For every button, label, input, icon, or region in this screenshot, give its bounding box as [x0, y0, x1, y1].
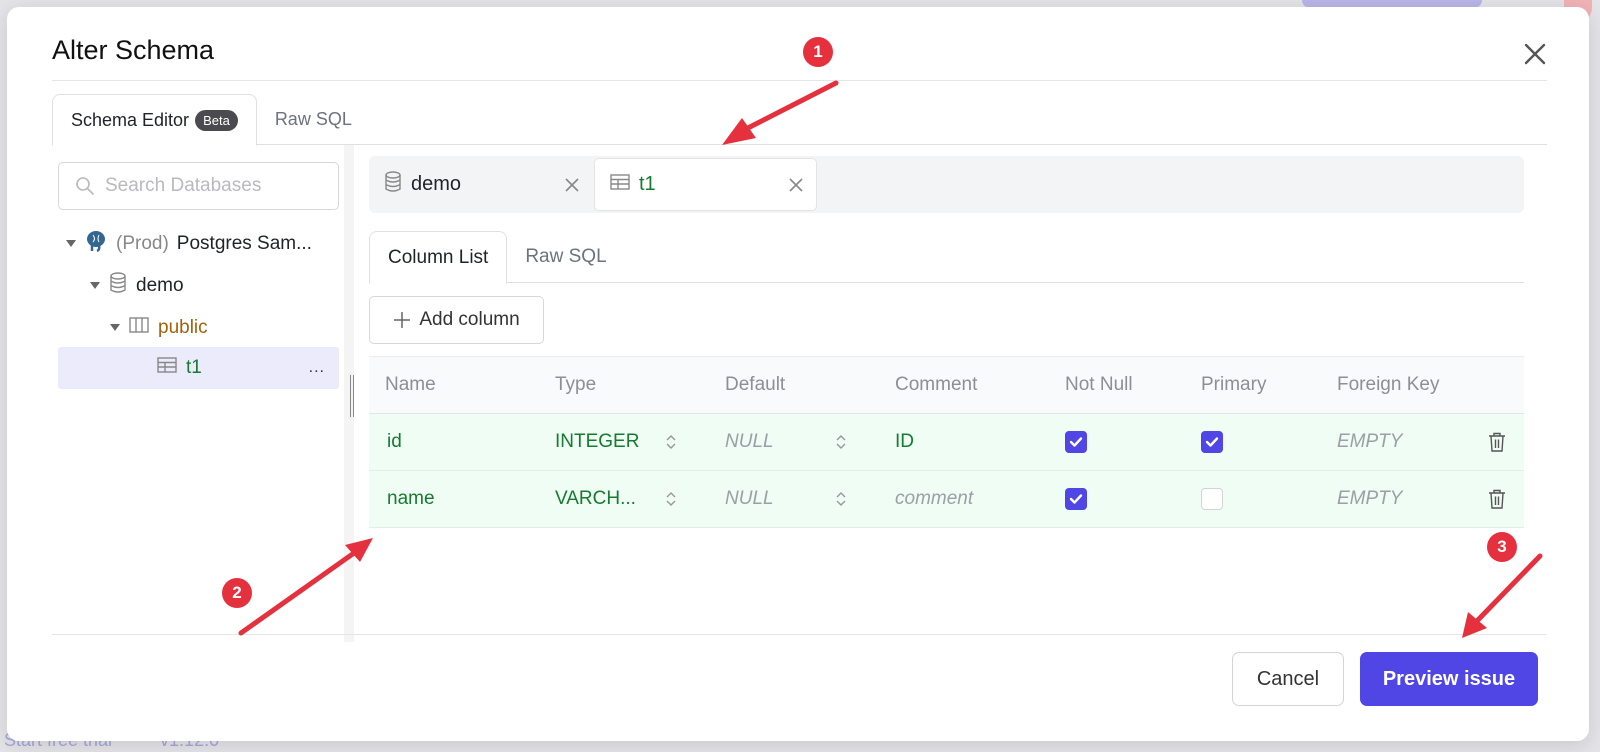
header-type: Type	[555, 374, 597, 395]
column-type-select[interactable]: VARCH...	[541, 488, 713, 510]
table-sub-tabs: Column List Raw SQL	[369, 231, 1524, 284]
annotation-marker-3: 3	[1487, 532, 1517, 562]
column-type-value: INTEGER	[555, 431, 640, 452]
column-type-select[interactable]: INTEGER	[541, 431, 713, 453]
header-not-null: Not Null	[1065, 374, 1133, 395]
table-icon	[156, 356, 178, 380]
column-default-select[interactable]: NULL	[713, 431, 883, 453]
trash-icon[interactable]	[1487, 431, 1507, 453]
beta-badge: Beta	[195, 109, 238, 131]
chevron-up-down-icon	[835, 490, 847, 508]
header-primary: Primary	[1201, 374, 1267, 395]
tree-item-database[interactable]: demo	[90, 267, 184, 305]
tab-schema-editor[interactable]: Schema Editor Beta	[52, 94, 257, 146]
header-comment: Comment	[895, 374, 978, 395]
header-foreign-key: Foreign Key	[1337, 374, 1440, 395]
cancel-button[interactable]: Cancel	[1232, 652, 1344, 706]
more-options-icon[interactable]: ...	[309, 359, 325, 377]
database-name: demo	[136, 275, 184, 296]
schema-name: public	[158, 317, 208, 338]
search-icon	[76, 177, 94, 195]
editor-tab-label: t1	[639, 173, 656, 195]
resize-handle[interactable]	[350, 375, 354, 417]
header-name: Name	[385, 374, 436, 395]
header-divider	[52, 80, 1547, 81]
column-name-input[interactable]: id	[369, 431, 541, 453]
chevron-up-down-icon	[835, 433, 847, 451]
table-icon	[609, 173, 631, 197]
check-icon	[1069, 437, 1083, 447]
database-icon	[108, 272, 128, 300]
not-null-cell	[1053, 488, 1189, 510]
trash-icon[interactable]	[1487, 488, 1507, 510]
editor-open-tabs: demo t1	[369, 156, 1524, 213]
check-icon	[1205, 437, 1219, 447]
tab-raw-sql[interactable]: Raw SQL	[257, 94, 370, 145]
alter-schema-dialog: Alter Schema Schema Editor Beta Raw SQL …	[7, 7, 1589, 741]
column-name-input[interactable]: name	[369, 488, 541, 510]
column-comment-input[interactable]: comment	[883, 488, 1053, 510]
caret-down-icon[interactable]	[110, 324, 120, 332]
tree-item-schema[interactable]: public	[110, 309, 208, 347]
database-icon	[383, 170, 403, 199]
annotation-marker-1: 1	[803, 37, 833, 67]
add-column-button[interactable]: Add column	[369, 296, 544, 344]
tab-label: Schema Editor	[71, 109, 190, 130]
column-default-select[interactable]: NULL	[713, 488, 883, 510]
caret-down-icon[interactable]	[66, 240, 76, 248]
tab-label: Raw SQL	[274, 109, 352, 129]
editor-tab-demo[interactable]: demo	[369, 156, 592, 213]
not-null-cell	[1053, 431, 1189, 453]
tree-item-instance[interactable]: (Prod) Postgres Sam...	[66, 225, 312, 263]
delete-cell	[1487, 431, 1524, 453]
tree-item-table[interactable]: t1 ...	[58, 347, 339, 389]
chevron-up-down-icon	[665, 433, 677, 451]
foreign-key-value[interactable]: EMPTY	[1327, 488, 1487, 510]
close-icon	[1524, 43, 1546, 65]
plus-icon	[394, 312, 411, 328]
preview-issue-button[interactable]: Preview issue	[1360, 652, 1538, 706]
delete-cell	[1487, 488, 1524, 510]
table-name: t1	[186, 357, 202, 378]
not-null-checkbox[interactable]	[1065, 488, 1087, 510]
table-row: name VARCH... NULL comment EMPTY	[369, 471, 1524, 528]
annotation-marker-2: 2	[222, 578, 252, 608]
instance-name: Postgres Sam...	[176, 233, 312, 254]
mode-tabs: Schema Editor Beta Raw SQL	[52, 94, 1547, 146]
column-default-value: NULL	[725, 431, 774, 452]
table-row: id INTEGER NULL ID EMPTY	[369, 414, 1524, 471]
primary-cell	[1189, 488, 1327, 510]
editor-tab-t1[interactable]: t1	[594, 158, 817, 211]
footer-divider	[52, 634, 1547, 635]
dialog-title: Alter Schema	[52, 35, 215, 65]
foreign-key-value[interactable]: EMPTY	[1327, 431, 1487, 453]
close-tab-icon[interactable]	[564, 177, 580, 193]
editor-tab-label: demo	[411, 173, 462, 195]
search-databases-input[interactable]	[105, 175, 325, 197]
primary-checkbox[interactable]	[1201, 488, 1223, 510]
column-comment-input[interactable]: ID	[883, 431, 1053, 453]
instance-env: (Prod)	[116, 233, 169, 254]
tab-table-raw-sql[interactable]: Raw SQL	[507, 231, 624, 282]
column-default-value: NULL	[725, 488, 774, 509]
caret-down-icon[interactable]	[90, 282, 100, 290]
tab-column-list[interactable]: Column List	[369, 231, 508, 284]
primary-checkbox[interactable]	[1201, 431, 1223, 453]
table-header: Name Type Default Comment Not Null Prima…	[369, 356, 1524, 414]
add-column-label: Add column	[419, 309, 520, 330]
close-tab-icon[interactable]	[788, 177, 804, 193]
header-default: Default	[725, 374, 786, 395]
close-button[interactable]	[1521, 40, 1549, 68]
columns-table: Name Type Default Comment Not Null Prima…	[369, 356, 1524, 528]
column-type-value: VARCH...	[555, 488, 636, 509]
database-tree-sidebar: (Prod) Postgres Sam... demo public t1 ..…	[52, 145, 344, 642]
primary-cell	[1189, 431, 1327, 453]
postgres-elephant-icon	[84, 229, 108, 259]
search-databases-box[interactable]	[58, 162, 339, 210]
check-icon	[1069, 494, 1083, 504]
schema-columns-icon	[128, 316, 150, 340]
chevron-up-down-icon	[665, 490, 677, 508]
not-null-checkbox[interactable]	[1065, 431, 1087, 453]
